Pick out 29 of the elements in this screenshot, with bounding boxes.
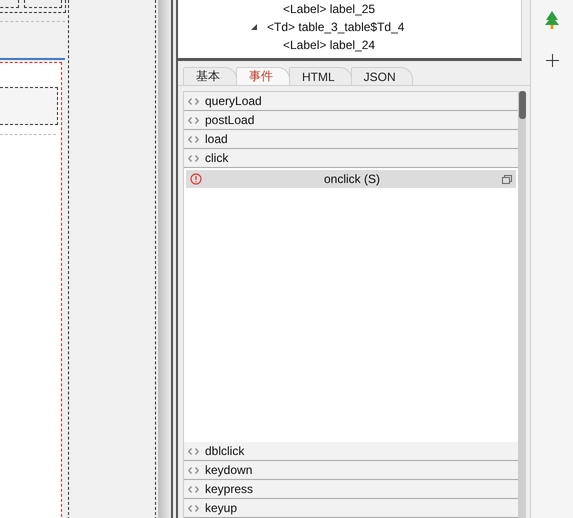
code-icon	[188, 98, 199, 104]
event-row[interactable]: click	[184, 149, 518, 168]
event-row[interactable]: queryLoad	[184, 92, 518, 111]
restore-icon[interactable]	[502, 174, 512, 184]
code-icon	[188, 154, 199, 162]
event-row[interactable]: dblclick	[184, 442, 518, 461]
code-icon	[188, 486, 199, 492]
add-icon[interactable]	[546, 54, 558, 67]
scrollbar[interactable]	[519, 91, 526, 518]
tab[interactable]: JSON	[350, 67, 413, 85]
error-icon	[190, 173, 202, 185]
code-icon	[188, 448, 199, 454]
tab[interactable]: 事件	[236, 67, 290, 85]
tree-item[interactable]: <Label> label_25	[283, 2, 376, 16]
event-row[interactable]: keydown	[184, 461, 518, 480]
event-row[interactable]: keyup	[184, 499, 518, 518]
event-row[interactable]: postLoad	[184, 111, 518, 130]
event-row[interactable]: load	[184, 130, 518, 149]
code-icon	[188, 136, 199, 142]
code-icon	[188, 116, 199, 124]
code-icon	[188, 466, 199, 474]
tab[interactable]: 基本	[183, 67, 237, 85]
expanded-icon[interactable]	[250, 23, 258, 31]
tree-item[interactable]: <Label> label_24	[283, 38, 376, 52]
tree-item[interactable]: <Td> table_3_table$Td_4	[267, 20, 404, 34]
code-icon	[188, 504, 199, 512]
tree-icon[interactable]	[544, 10, 560, 30]
editor-title: onclick (S)	[322, 172, 381, 186]
event-row[interactable]: keypress	[184, 480, 518, 499]
